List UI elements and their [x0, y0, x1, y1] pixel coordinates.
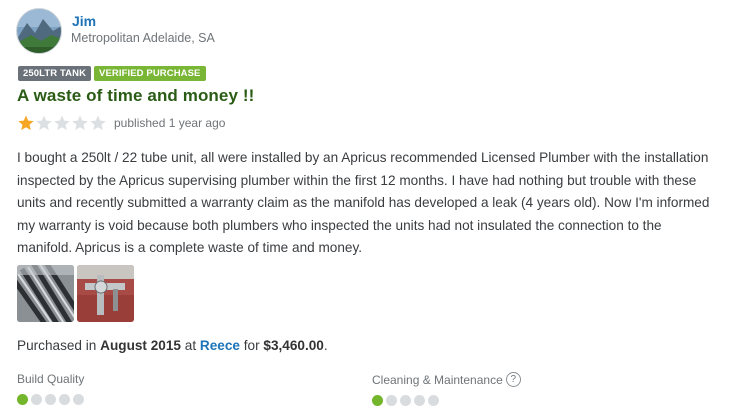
reviewer-name[interactable]: Jim — [72, 13, 96, 29]
review-title: A waste of time and money !! — [17, 86, 255, 105]
purchase-date: August 2015 — [100, 338, 181, 353]
rating-dot-empty — [428, 395, 439, 406]
purchase-for: for — [243, 338, 260, 353]
build-quality-dots — [17, 394, 84, 405]
purchase-at: at — [184, 338, 197, 353]
rating-dot-empty — [45, 394, 56, 405]
reviewer-location: Metropolitan Adelaide, SA — [71, 31, 215, 45]
help-icon[interactable]: ? — [505, 372, 521, 387]
star-empty-icon — [72, 115, 88, 131]
tank-size-tag: 250LTR TANK — [18, 66, 92, 81]
build-quality-label: Build Quality — [17, 372, 85, 386]
cleaning-maintenance-label: Cleaning & Maintenance — [372, 372, 503, 387]
cleaning-maintenance-rating: Cleaning & Maintenance ? — [372, 372, 521, 406]
review-body: I bought a 250lt / 22 tube unit, all wer… — [17, 150, 710, 255]
rating-dot-empty — [73, 394, 84, 405]
rating-dot-empty — [59, 394, 70, 405]
purchase-price: $3,460.00 — [263, 338, 324, 353]
rating-dot-empty — [386, 395, 397, 406]
star-filled-icon — [18, 115, 34, 131]
review-photos — [17, 265, 134, 322]
store-link[interactable]: Reece — [200, 338, 240, 353]
star-empty-icon — [36, 115, 52, 131]
rating-dot-filled — [17, 394, 28, 405]
published-date: published 1 year ago — [114, 116, 226, 130]
rating-dot-empty — [31, 394, 42, 405]
star-rating — [17, 114, 107, 132]
rating-dot-filled — [372, 395, 383, 406]
star-empty-icon — [90, 115, 106, 131]
photo-thumbnail-2[interactable] — [77, 265, 134, 322]
verified-purchase-tag: VERIFIED PURCHASE — [94, 66, 206, 81]
build-quality-rating: Build Quality — [17, 372, 84, 405]
purchase-suffix: . — [323, 338, 328, 353]
review-tags: 250LTR TANK VERIFIED PURCHASE — [18, 66, 206, 81]
cleaning-maintenance-dots — [372, 395, 521, 406]
reviewer-avatar[interactable] — [16, 8, 62, 54]
star-empty-icon — [54, 115, 70, 131]
purchase-info: Purchased in August 2015 at Reece for $3… — [17, 338, 328, 353]
rating-dot-empty — [400, 395, 411, 406]
photo-thumbnail-1[interactable] — [17, 265, 74, 322]
purchase-prefix: Purchased in — [17, 338, 97, 353]
rating-dot-empty — [414, 395, 425, 406]
